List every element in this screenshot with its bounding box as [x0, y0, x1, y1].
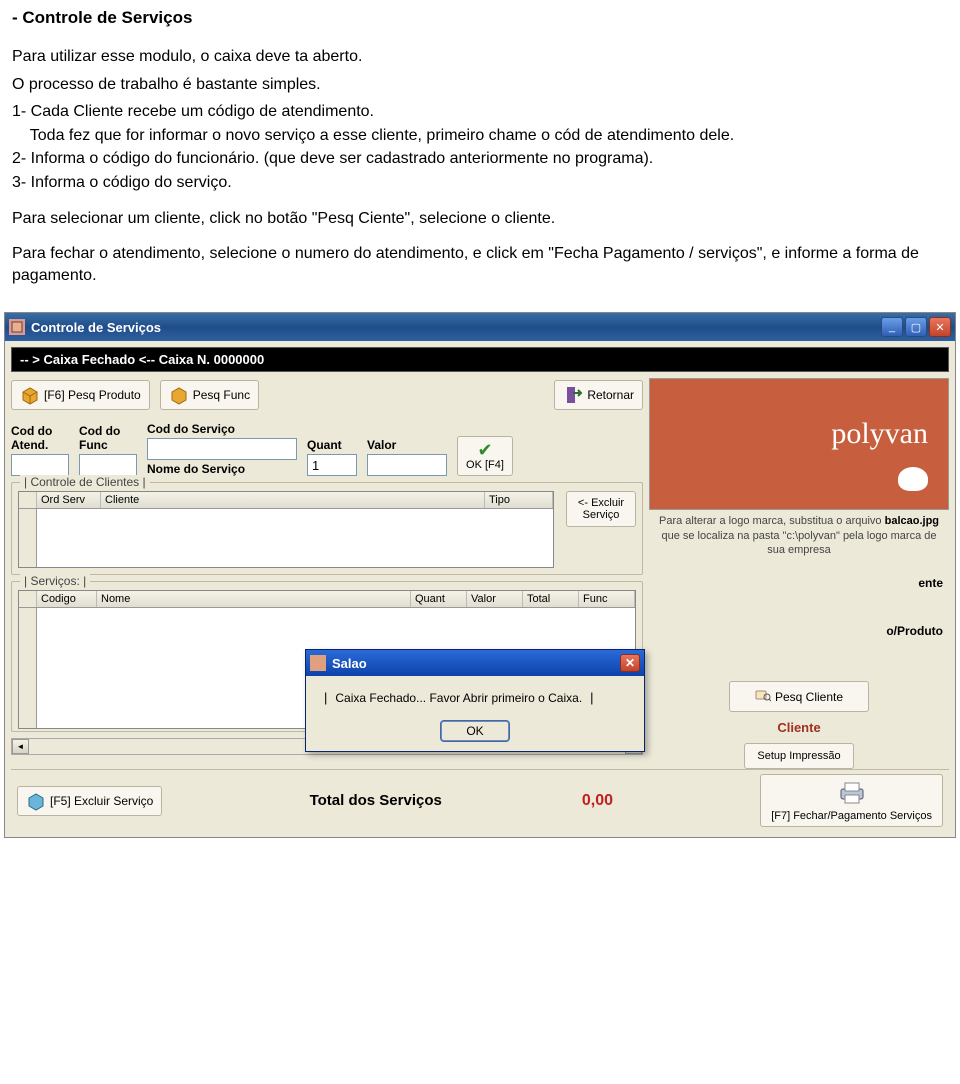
total-value: 0,00	[582, 792, 613, 810]
app-icon	[9, 319, 25, 335]
dialog-close-button[interactable]: ✕	[620, 654, 640, 672]
doc-paragraph: Para utilizar esse modulo, o caixa deve …	[12, 46, 948, 68]
col-codigo: Codigo	[37, 591, 97, 607]
box-icon	[20, 385, 40, 405]
cod-func-label: Cod do Func	[79, 424, 137, 452]
button-label: [F5] Excluir Serviço	[50, 794, 153, 808]
button-label: OK [F4]	[466, 459, 504, 471]
door-icon	[563, 385, 583, 405]
col-tipo: Tipo	[485, 492, 553, 508]
button-label: [F7] Fechar/Pagamento Serviços	[771, 810, 932, 822]
cod-servico-input[interactable]	[147, 438, 297, 460]
scroll-left-button[interactable]: ◄	[12, 739, 29, 754]
cod-atend-label: Cod do Atend.	[11, 424, 69, 452]
col-ord-serv: Ord Serv	[37, 492, 101, 508]
check-icon: ✔	[477, 441, 492, 459]
cod-func-input[interactable]	[79, 454, 137, 476]
logo-text: polyvan	[831, 417, 928, 451]
pipe-char: |	[590, 690, 593, 705]
footer: [F5] Excluir Serviço Total dos Serviços …	[11, 769, 949, 831]
excluir-servico-button[interactable]: [F5] Excluir Serviço	[17, 786, 162, 816]
dialog-title: Salao	[332, 656, 620, 671]
close-button[interactable]: ✕	[929, 317, 951, 337]
dialog-ok-button[interactable]: OK	[441, 721, 508, 741]
cod-servico-label: Cod do Serviço	[147, 422, 297, 436]
button-label: Setup Impressão	[757, 750, 840, 762]
doc-list-item: 2- Informa o código do funcionário. (que…	[12, 148, 948, 170]
right-panel: polyvan Para alterar a logo marca, subst…	[649, 378, 949, 769]
search-icon	[755, 688, 771, 705]
pesq-produto-button[interactable]: [F6] Pesq Produto	[11, 380, 150, 410]
mouse-icon	[898, 467, 928, 491]
doc-paragraph: Para selecionar um cliente, click no bot…	[12, 208, 948, 230]
pesq-func-button[interactable]: Pesq Func	[160, 380, 259, 410]
fechar-pagamento-button[interactable]: [F7] Fechar/Pagamento Serviços	[760, 774, 943, 827]
group-title: | Controle de Clientes |	[20, 475, 150, 489]
col-func: Func	[579, 591, 635, 607]
doc-list-item: Toda fez que for informar o novo serviço…	[12, 125, 948, 147]
button-label: Pesq Func	[193, 388, 250, 402]
valor-input[interactable]	[367, 454, 447, 476]
nome-servico-label: Nome do Serviço	[147, 462, 297, 476]
col-quant: Quant	[411, 591, 467, 607]
quant-input[interactable]	[307, 454, 357, 476]
valor-label: Valor	[367, 438, 447, 452]
clientes-group: | Controle de Clientes | Ord Serv Client…	[11, 482, 643, 575]
clientes-grid[interactable]: Ord Serv Cliente Tipo	[18, 491, 554, 568]
quant-label: Quant	[307, 438, 357, 452]
window-titlebar: Controle de Serviços _ ▢ ✕	[5, 313, 955, 341]
minimize-button[interactable]: _	[881, 317, 903, 337]
app-window: Controle de Serviços _ ▢ ✕ -- > Caixa Fe…	[4, 312, 956, 838]
dialog-message: Caixa Fechado... Favor Abrir primeiro o …	[335, 691, 582, 705]
group-title: | Serviços: |	[20, 574, 90, 588]
setup-impressao-button[interactable]: Setup Impressão	[744, 743, 854, 769]
pesq-cliente-button[interactable]: Pesq Cliente	[729, 681, 869, 712]
doc-list-item: 3- Informa o código do serviço.	[12, 172, 948, 194]
button-label: [F6] Pesq Produto	[44, 388, 141, 402]
col-cliente: Cliente	[101, 492, 485, 508]
doc-heading: - Controle de Serviços	[12, 8, 948, 28]
doc-list-item: 1- Cada Cliente recebe um código de aten…	[12, 101, 948, 123]
excluir-servico-side-button[interactable]: <- Excluir Serviço	[566, 491, 636, 527]
button-label: Retornar	[587, 388, 634, 402]
retornar-button[interactable]: Retornar	[554, 380, 643, 410]
cliente-label: Cliente	[777, 720, 820, 735]
logo-note: Para alterar a logo marca, substitua o a…	[649, 510, 949, 561]
col-total: Total	[523, 591, 579, 607]
doc-list: 1- Cada Cliente recebe um código de aten…	[12, 101, 948, 193]
maximize-button[interactable]: ▢	[905, 317, 927, 337]
ok-button[interactable]: ✔ OK [F4]	[457, 436, 513, 476]
col-valor: Valor	[467, 591, 523, 607]
pipe-char: |	[324, 690, 327, 705]
window-title: Controle de Serviços	[31, 320, 881, 335]
total-label: Total dos Serviços	[310, 792, 442, 809]
cod-atend-input[interactable]	[11, 454, 69, 476]
hidden-button-oproduto[interactable]: o/Produto	[886, 624, 943, 638]
document-text: - Controle de Serviços Para utilizar ess…	[0, 0, 960, 312]
delete-icon	[26, 791, 46, 811]
alert-dialog: Salao ✕ | Caixa Fechado... Favor Abrir p…	[305, 649, 645, 752]
hidden-button-ente[interactable]: ente	[918, 576, 943, 590]
status-bar: -- > Caixa Fechado <-- Caixa N. 0000000	[11, 347, 949, 372]
box-icon	[169, 385, 189, 405]
printer-icon	[837, 779, 867, 808]
col-nome: Nome	[97, 591, 411, 607]
doc-paragraph: Para fechar o atendimento, selecione o n…	[12, 243, 948, 286]
button-label: <- Excluir Serviço	[573, 497, 629, 521]
button-label: Pesq Cliente	[775, 690, 843, 704]
logo-image: polyvan	[649, 378, 949, 510]
toolbar: [F6] Pesq Produto Pesq Func Retornar	[11, 378, 643, 412]
dialog-icon	[310, 655, 326, 671]
doc-paragraph: O processo de trabalho é bastante simple…	[12, 74, 948, 96]
app-body: -- > Caixa Fechado <-- Caixa N. 0000000 …	[5, 341, 955, 837]
entry-fields: Cod do Atend. Cod do Func Cod do Serviço…	[11, 422, 643, 476]
dialog-titlebar: Salao ✕	[306, 650, 644, 676]
